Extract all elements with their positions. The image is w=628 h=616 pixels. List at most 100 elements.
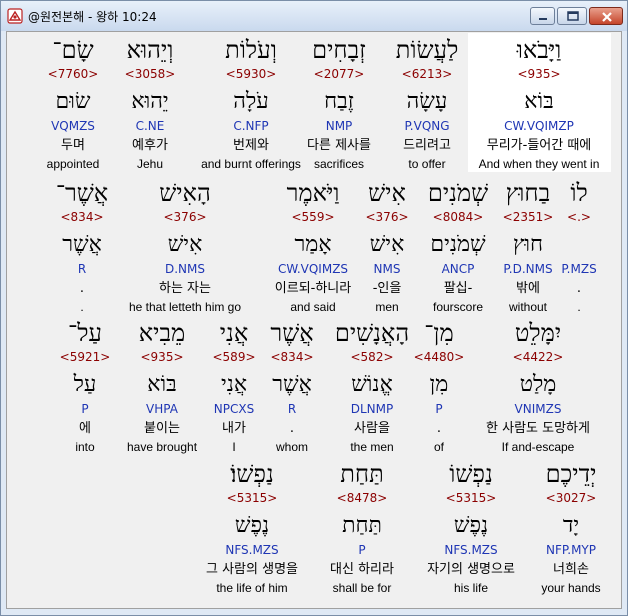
korean-gloss[interactable]: 너희손 (553, 563, 589, 576)
morphology-code[interactable]: CW.VQIMZS (278, 263, 348, 275)
lexical-form[interactable]: שׂוּם (56, 91, 91, 113)
strong-number[interactable]: <2077> (314, 68, 365, 80)
hebrew-word[interactable]: וַיֹּאמֶר (287, 181, 340, 205)
korean-gloss[interactable]: 대신 하리라 (330, 563, 394, 576)
hebrew-word[interactable]: מִן־ (424, 321, 454, 345)
strong-number[interactable]: <5930> (226, 68, 277, 80)
english-gloss[interactable]: the men (350, 441, 393, 453)
korean-gloss[interactable]: 한 사람도 도망하게 (486, 422, 590, 435)
hebrew-word[interactable]: נַפְשׁוֹ (449, 462, 493, 486)
korean-gloss[interactable]: 드리려고 (403, 139, 451, 152)
english-gloss[interactable]: appointed (47, 158, 100, 170)
morphology-code[interactable]: C.NE (136, 120, 165, 132)
hebrew-word[interactable]: אֲשֶׁר (270, 321, 313, 345)
hebrew-word[interactable]: זְבָחִים (312, 38, 366, 62)
korean-gloss[interactable]: 예후가 (132, 139, 168, 152)
hebrew-word[interactable]: וַיָּבֹאוּ (517, 38, 562, 62)
korean-gloss[interactable]: 무리가-들어간 때에 (487, 139, 592, 152)
english-gloss[interactable]: If and-escape (502, 441, 575, 453)
strong-number[interactable]: <834> (270, 351, 313, 363)
hebrew-word[interactable]: לוֹ (570, 181, 587, 205)
hebrew-word[interactable]: שָׂם־ (52, 38, 93, 62)
morphology-code[interactable]: P (81, 403, 88, 415)
english-gloss[interactable]: to offer (408, 158, 445, 170)
lexical-form[interactable]: מִן (430, 374, 449, 396)
hebrew-word[interactable]: הָאִישׁ (159, 181, 211, 205)
strong-number[interactable]: <589> (212, 351, 255, 363)
lexical-form[interactable]: זֶבַח (324, 91, 354, 113)
english-gloss[interactable]: he that letteth him go (129, 301, 241, 313)
morphology-code[interactable]: P.MZS (561, 263, 596, 275)
korean-gloss[interactable]: . (577, 282, 581, 295)
morphology-code[interactable]: P (358, 544, 365, 556)
strong-number[interactable]: <376> (365, 211, 408, 223)
morphology-code[interactable]: NFS.MZS (444, 544, 497, 556)
morphology-code[interactable]: NFP.MYP (546, 544, 596, 556)
close-button[interactable] (589, 7, 623, 25)
english-gloss[interactable]: into (75, 441, 94, 453)
lexical-form[interactable]: שְׁמֹנִים (430, 234, 485, 256)
english-gloss[interactable]: . (80, 301, 83, 313)
morphology-code[interactable]: NMP (326, 120, 353, 132)
strong-number[interactable]: <935> (517, 68, 560, 80)
hebrew-word[interactable]: הָאֲנָשִׁים (335, 321, 409, 345)
korean-gloss[interactable]: . (290, 422, 294, 435)
korean-gloss[interactable]: -인을 (373, 282, 402, 295)
korean-gloss[interactable]: 다른 제사를 (307, 139, 371, 152)
morphology-code[interactable]: R (288, 403, 296, 415)
morphology-code[interactable]: R (78, 263, 86, 275)
hebrew-word[interactable]: אֲנִי (220, 321, 249, 345)
english-gloss[interactable]: fourscore (433, 301, 483, 313)
strong-number[interactable]: <582> (350, 351, 393, 363)
morphology-code[interactable]: VNIMZS (515, 403, 562, 415)
korean-gloss[interactable]: 그 사람의 생명을 (206, 563, 298, 576)
hebrew-word[interactable]: וְיֵהוּא (127, 38, 174, 62)
lexical-form[interactable]: יָד (563, 515, 579, 537)
minimize-button[interactable] (530, 7, 555, 25)
english-gloss[interactable]: I (232, 441, 235, 453)
strong-number[interactable]: <834> (60, 211, 103, 223)
lexical-form[interactable]: אִישׁ (370, 234, 405, 256)
hebrew-word[interactable]: אִישׁ (368, 181, 406, 205)
english-gloss[interactable]: and burnt offerings (201, 158, 301, 170)
lexical-form[interactable]: יֵהוּא (131, 91, 168, 113)
english-gloss[interactable]: . (577, 301, 580, 313)
maximize-button[interactable] (557, 7, 587, 25)
strong-number[interactable]: <.> (567, 211, 591, 223)
lexical-form[interactable]: עַל (74, 374, 97, 396)
korean-gloss[interactable]: 이르되-하니라 (275, 282, 351, 295)
strong-number[interactable]: <5315> (446, 492, 497, 504)
english-gloss[interactable]: and said (290, 301, 335, 313)
lexical-form[interactable]: נֶפֶשׁ (454, 515, 488, 537)
strong-number[interactable]: <3058> (125, 68, 176, 80)
strong-number[interactable]: <2351> (503, 211, 554, 223)
morphology-code[interactable]: ANCP (442, 263, 475, 275)
english-gloss[interactable]: And when they went in (479, 158, 600, 170)
lexical-form[interactable]: אֲשֶׁר (62, 234, 102, 256)
morphology-code[interactable]: P (435, 403, 442, 415)
english-gloss[interactable]: have brought (127, 441, 197, 453)
morphology-code[interactable]: D.NMS (165, 263, 205, 275)
lexical-form[interactable]: בּוֹא (524, 91, 553, 113)
strong-number[interactable]: <3027> (546, 492, 597, 504)
strong-number[interactable]: <4480> (414, 351, 465, 363)
english-gloss[interactable]: Jehu (137, 158, 163, 170)
korean-gloss[interactable]: 내가 (222, 422, 246, 435)
strong-number[interactable]: <7760> (48, 68, 99, 80)
morphology-code[interactable]: VHPA (146, 403, 178, 415)
lexical-form[interactable]: עָשָׂה (407, 91, 448, 113)
hebrew-word[interactable]: מֵבִיא (139, 321, 186, 345)
strong-number[interactable]: <8478> (337, 492, 388, 504)
strong-number[interactable]: <5315> (227, 492, 278, 504)
korean-gloss[interactable]: 사람을 (354, 422, 390, 435)
hebrew-word[interactable]: לַעֲשׂוֹת (396, 38, 459, 62)
lexical-form[interactable]: מָלַט (520, 374, 557, 396)
english-gloss[interactable]: whom (276, 441, 308, 453)
strong-number[interactable]: <935> (140, 351, 183, 363)
korean-gloss[interactable]: 팔십- (444, 282, 473, 295)
morphology-code[interactable]: P.D.NMS (503, 263, 552, 275)
strong-number[interactable]: <5921> (60, 351, 111, 363)
hebrew-word[interactable]: אֲשֶׁר־ (56, 181, 108, 205)
lexical-form[interactable]: אֱנוֹשׁ (351, 374, 393, 396)
korean-gloss[interactable]: . (80, 282, 84, 295)
